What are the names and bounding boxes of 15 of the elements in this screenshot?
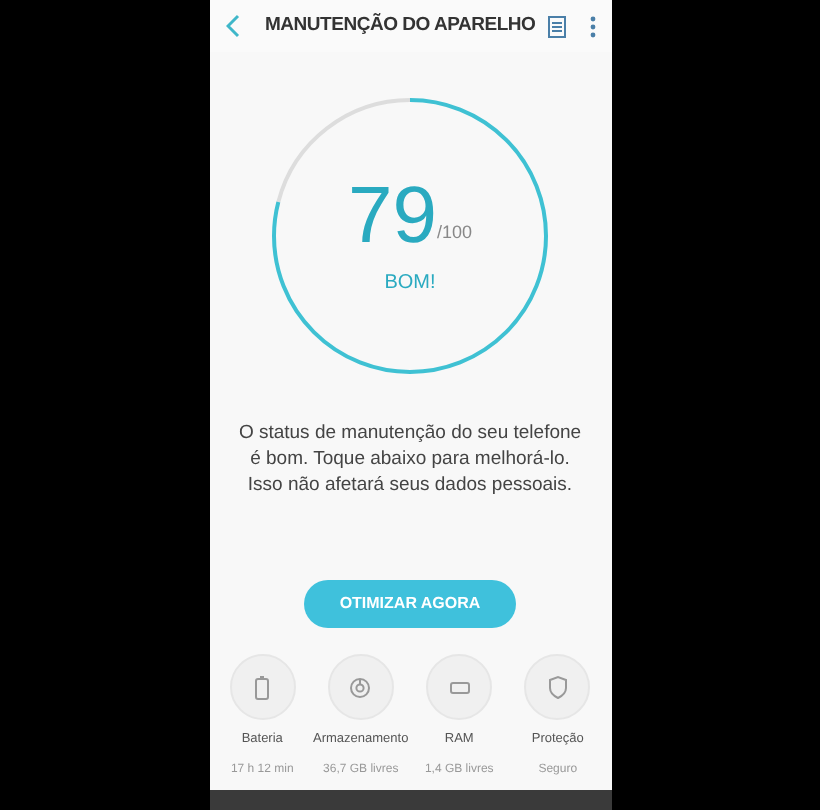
- shield-icon: [543, 673, 572, 701]
- optimize-button[interactable]: OTIMIZAR AGORA: [304, 580, 516, 628]
- back-icon: [225, 14, 241, 38]
- status-message: O status de manutenção do seu telefone é bom. Toque abaixo para melhorá-lo. Isso não afetará seus dados pessoais.: [236, 420, 584, 498]
- score-max: /100: [436, 220, 473, 246]
- score-status: BOM!: [384, 269, 436, 297]
- shield-button[interactable]: [524, 654, 591, 720]
- more-options-icon[interactable]: [589, 15, 595, 37]
- score-value: 79: [347, 175, 437, 255]
- battery-button[interactable]: [229, 654, 296, 720]
- screen-title: MANUTENÇÃO DO APARELHO: [265, 11, 536, 40]
- gauge-icon: [346, 673, 375, 701]
- gauge-button[interactable]: [327, 654, 394, 720]
- document-icon[interactable]: [547, 15, 565, 37]
- memory-chip-button[interactable]: [426, 654, 493, 720]
